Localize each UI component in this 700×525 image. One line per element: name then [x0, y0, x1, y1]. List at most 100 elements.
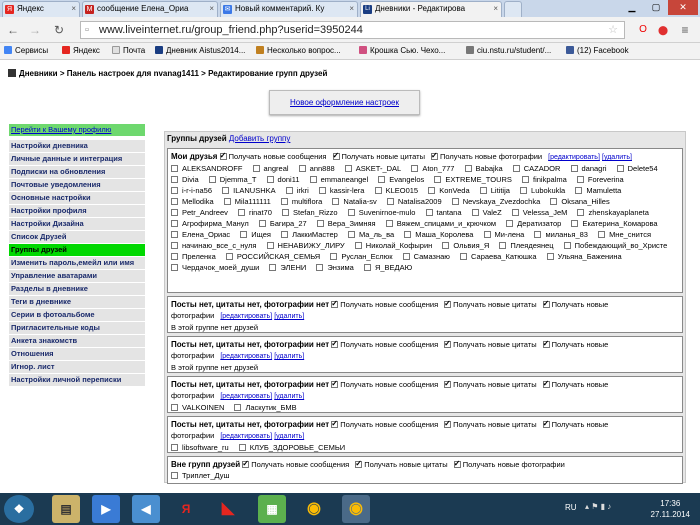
friend-item[interactable]: doni11: [266, 175, 304, 184]
delete-group-link[interactable]: [удалить]: [274, 313, 304, 320]
friend-checkbox[interactable]: [223, 198, 231, 205]
friend-item[interactable]: Мне_снится: [598, 230, 655, 239]
friend-item[interactable]: tantana: [425, 208, 466, 217]
friend-checkbox[interactable]: [550, 198, 558, 205]
friend-checkbox[interactable]: [171, 198, 178, 205]
delete-group-link[interactable]: [удалить]: [274, 353, 304, 360]
friend-item[interactable]: i-r-i-na56: [171, 186, 216, 195]
friend-item[interactable]: ann888: [298, 164, 339, 173]
friend-item[interactable]: Руслан_Еслюк: [330, 252, 396, 261]
friend-checkbox[interactable]: [266, 176, 274, 183]
sidebar-item[interactable]: Личные данные и интеграция: [9, 153, 145, 166]
friend-item[interactable]: Агрофирма_Манул: [171, 219, 253, 228]
friend-item[interactable]: zhenskayaplaneta: [577, 208, 652, 217]
friend-item[interactable]: Aton_777: [411, 164, 458, 173]
yandex-browser-icon[interactable]: ◣: [214, 495, 242, 523]
language-indicator[interactable]: RU: [565, 503, 577, 512]
friend-item[interactable]: Триплет_Душ: [171, 471, 234, 480]
checkbox-quotes[interactable]: [444, 298, 452, 309]
sidebar-item[interactable]: Перейти к Вашему профилю: [9, 124, 145, 137]
close-window-button[interactable]: ✕: [668, 0, 698, 15]
friend-checkbox[interactable]: [546, 253, 554, 260]
delete-group-link[interactable]: [удалить]: [274, 433, 304, 440]
friend-item[interactable]: РОССИЙСКАЯ_СЕМЬЯ: [225, 252, 324, 261]
maximize-button[interactable]: ▢: [644, 0, 668, 15]
edit-group-link[interactable]: [редактировать]: [220, 433, 272, 440]
friend-item[interactable]: Natalia-sv: [332, 197, 380, 206]
friend-checkbox[interactable]: [571, 220, 579, 227]
add-group-link[interactable]: Добавить группу: [229, 134, 291, 143]
friend-checkbox[interactable]: [171, 220, 178, 227]
friend-checkbox[interactable]: [534, 231, 542, 238]
edit-group-link[interactable]: [редактировать]: [220, 353, 272, 360]
friend-checkbox[interactable]: [258, 220, 266, 227]
friend-item[interactable]: Delete54: [616, 164, 662, 173]
address-input[interactable]: ▫ www.liveinternet.ru/group_friend.php?us…: [80, 21, 625, 39]
friend-item[interactable]: Сараева_Катюшка: [460, 252, 541, 261]
friend-checkbox[interactable]: [332, 198, 340, 205]
extension-icon[interactable]: ⬤: [654, 21, 672, 39]
friend-checkbox[interactable]: [354, 242, 362, 249]
friend-item[interactable]: Я_ВЕДАЮ: [363, 263, 416, 272]
friend-checkbox[interactable]: [411, 165, 419, 172]
sidebar-item[interactable]: Изменить пароль,емейл или имя: [9, 257, 145, 270]
friend-item[interactable]: Преленка: [171, 252, 220, 261]
friend-checkbox[interactable]: [386, 198, 394, 205]
friend-item[interactable]: Djemma_T: [208, 175, 261, 184]
friend-item[interactable]: Ласкутик_БМВ: [234, 403, 300, 412]
friend-checkbox[interactable]: [171, 231, 178, 238]
edit-group-link[interactable]: [редактировать]: [220, 393, 272, 400]
friend-checkbox[interactable]: [402, 253, 410, 260]
friend-checkbox[interactable]: [460, 253, 468, 260]
clock[interactable]: 17:36 27.11.2014: [651, 498, 690, 520]
friend-item[interactable]: Oksana_Hilles: [550, 197, 613, 206]
friend-item[interactable]: irkri: [285, 186, 313, 195]
friend-checkbox[interactable]: [240, 231, 248, 238]
tab-diaries[interactable]: Li Дневники - Редактирова ×: [360, 1, 502, 17]
friend-checkbox[interactable]: [570, 165, 578, 172]
friend-checkbox[interactable]: [237, 209, 245, 216]
friend-checkbox[interactable]: [171, 444, 178, 451]
close-icon[interactable]: ×: [71, 2, 76, 16]
tab-yandex[interactable]: Я Яндекс ×: [2, 1, 80, 17]
new-tab-button[interactable]: [504, 1, 522, 17]
sidebar-item[interactable]: Серии в фотоальбоме: [9, 309, 145, 322]
friend-item[interactable]: миланья_83: [534, 230, 592, 239]
yandex-icon[interactable]: Я: [172, 495, 200, 523]
friend-checkbox[interactable]: [330, 253, 338, 260]
friend-item[interactable]: Stefan_Rizzo: [282, 208, 342, 217]
sidebar-item[interactable]: Настройки личной переписки: [9, 374, 145, 387]
sidebar-item[interactable]: Анкета знакомств: [9, 335, 145, 348]
friend-checkbox[interactable]: [269, 264, 277, 271]
friend-item[interactable]: Mila111111: [223, 197, 275, 206]
friend-item[interactable]: КЛУБ_ЗДОРОВЬЕ_СЕМЬИ: [238, 443, 349, 452]
bookmark-sue[interactable]: Крошка Сью. Чехо...: [359, 43, 445, 59]
friend-item[interactable]: libsoftware_ru: [171, 443, 233, 452]
friend-checkbox[interactable]: [171, 242, 178, 249]
friend-checkbox[interactable]: [309, 176, 317, 183]
sidebar-item[interactable]: Теги в дневнике: [9, 296, 145, 309]
sidebar-item[interactable]: Управление аватарами: [9, 270, 145, 283]
checkbox-photos[interactable]: [542, 378, 550, 389]
checkbox-photos[interactable]: [453, 458, 461, 469]
friend-item[interactable]: ASKET-_DAL: [344, 164, 405, 173]
friend-item[interactable]: Ищея: [240, 230, 275, 239]
friend-checkbox[interactable]: [374, 187, 382, 194]
chrome-active-icon[interactable]: ◉: [342, 495, 370, 523]
bookmark-facebook[interactable]: (12) Facebook: [566, 43, 629, 59]
friend-checkbox[interactable]: [598, 231, 606, 238]
tab-comment[interactable]: ✉ Новый комментарий. Ку ×: [220, 1, 358, 17]
checkbox-quotes[interactable]: [444, 338, 452, 349]
friend-item[interactable]: ЛаккиМастер: [281, 230, 342, 239]
friend-checkbox[interactable]: [171, 187, 178, 194]
checkbox-quotes[interactable]: [332, 150, 340, 161]
friend-item[interactable]: Чердачок_моей_души: [171, 263, 263, 272]
checkbox-msg[interactable]: [242, 458, 250, 469]
friend-item[interactable]: ЭЛЕНИ: [269, 263, 310, 272]
friend-item[interactable]: ILANUSHKA: [222, 186, 280, 195]
friend-checkbox[interactable]: [171, 404, 178, 411]
friend-item[interactable]: emmaneangel: [309, 175, 373, 184]
friend-item[interactable]: Самазнаю: [402, 252, 454, 261]
menu-icon[interactable]: ≡: [676, 21, 694, 39]
friend-checkbox[interactable]: [404, 231, 412, 238]
